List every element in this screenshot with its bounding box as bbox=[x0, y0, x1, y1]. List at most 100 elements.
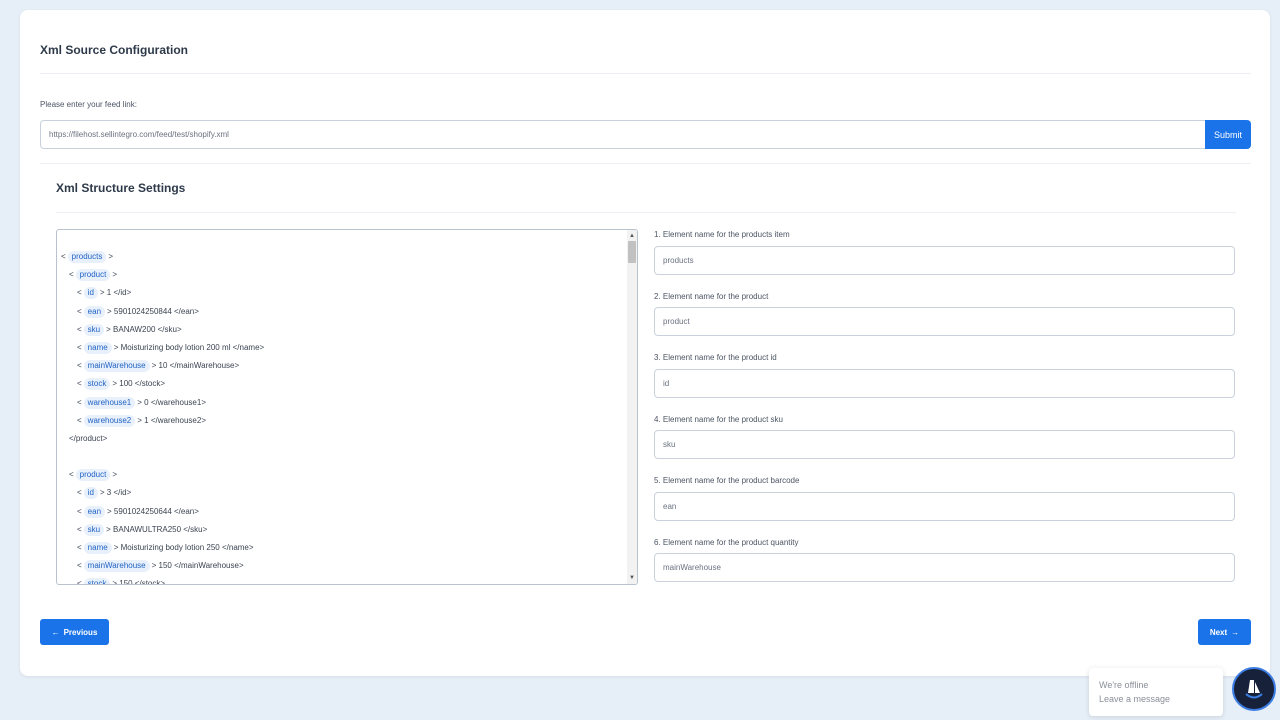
xml-tag: name bbox=[83, 542, 112, 554]
xml-line: < stock > 100 </stock> bbox=[57, 375, 627, 393]
xml-line-post: > 100 </stock> bbox=[112, 379, 166, 389]
xml-line-pre: < bbox=[77, 361, 82, 371]
xml-line-pre: < bbox=[69, 270, 74, 280]
chat-offline-bubble[interactable]: We're offline Leave a message bbox=[1089, 668, 1223, 716]
xml-line-post: > BANAWULTRA250 </sku> bbox=[106, 524, 208, 534]
xml-tag: stock bbox=[83, 378, 111, 391]
xml-line-post: > 3 </id> bbox=[99, 488, 132, 498]
xml-tag: warehouse1 bbox=[83, 396, 136, 409]
xml-tag: name bbox=[83, 341, 112, 354]
scroll-down-arrow-icon[interactable]: ▼ bbox=[627, 573, 637, 583]
xml-line: < ean > 5901024250644 </ean> bbox=[57, 503, 627, 521]
field-label-product-id: 3. Element name for the product id bbox=[654, 353, 777, 362]
xml-line: < warehouse2 > 1 </warehouse2> bbox=[57, 412, 627, 430]
xml-line-post: > 10 </mainWarehouse> bbox=[151, 361, 240, 371]
xml-tag: warehouse2 bbox=[83, 414, 136, 427]
xml-preview[interactable]: < products > < product > < id > 1 </id> < ean > 590… bbox=[56, 229, 638, 585]
field-label-product-quantity: 6. Element name for the product quantity bbox=[654, 538, 799, 547]
field-input-product[interactable] bbox=[654, 307, 1235, 336]
xml-line: < id > 1 </id> bbox=[57, 284, 627, 302]
xml-line: < id > 3 </id> bbox=[57, 484, 627, 502]
xml-line: </product> bbox=[57, 430, 627, 448]
arrow-left-icon: ← bbox=[51, 627, 60, 637]
xml-line-post: > 1 </id> bbox=[99, 288, 132, 298]
xml-tag: ean bbox=[83, 505, 106, 518]
xml-line: < sku > BANAW200 </sku> bbox=[57, 321, 627, 339]
xml-line-post: > bbox=[112, 270, 118, 280]
field-input-product-id[interactable] bbox=[654, 369, 1235, 398]
field-input-products-item[interactable] bbox=[654, 246, 1235, 275]
xml-tag: products bbox=[67, 251, 107, 263]
xml-line-pre: < bbox=[77, 415, 82, 425]
scroll-thumb[interactable] bbox=[628, 241, 636, 263]
xml-tag: id bbox=[83, 487, 98, 500]
xml-tag: ean bbox=[83, 305, 106, 318]
field-input-product-barcode[interactable] bbox=[654, 492, 1235, 521]
chat-prompt: Leave a message bbox=[1099, 694, 1171, 704]
xml-line-pre: < bbox=[77, 524, 82, 534]
xml-line-post: > Moisturizing body lotion 200 ml </name… bbox=[113, 342, 265, 352]
xml-lines: < products > < product > < id > 1 </id> < ean > 590… bbox=[57, 248, 627, 585]
xml-line-post: > 0 </warehouse1> bbox=[137, 397, 206, 407]
xml-line: < product > bbox=[57, 466, 627, 484]
feed-label: Please enter your feed link: bbox=[40, 100, 137, 109]
xml-line-post: > bbox=[108, 252, 114, 261]
xml-line-post: > 150 </stock> bbox=[112, 579, 166, 585]
xml-tag: stock bbox=[83, 578, 111, 584]
xml-line: < name > Moisturizing body lotion 250 </na… bbox=[57, 539, 627, 557]
xml-line-pre: < bbox=[77, 379, 82, 389]
xml-line-pre: < bbox=[77, 506, 82, 516]
xml-line: < product > bbox=[57, 266, 627, 284]
xml-line: < ean > 5901024250844 </ean> bbox=[57, 303, 627, 321]
xml-line bbox=[57, 448, 627, 466]
page-title: Xml Source Configuration bbox=[40, 43, 189, 57]
next-button[interactable]: Next → bbox=[1198, 619, 1251, 645]
xml-tag: mainWarehouse bbox=[83, 360, 150, 373]
next-label: Next bbox=[1209, 627, 1228, 637]
xml-line-pre: </product> bbox=[69, 433, 108, 443]
field-input-product-quantity[interactable] bbox=[654, 553, 1235, 582]
scroll-up-arrow-icon[interactable]: ▲ bbox=[627, 231, 637, 241]
xml-line-pre: < bbox=[77, 579, 82, 585]
field-label-products-item: 1. Element name for the products item bbox=[654, 230, 790, 239]
feed-url-input[interactable] bbox=[40, 120, 1206, 149]
xml-line-pre: < bbox=[77, 306, 82, 316]
xml-line-pre: < bbox=[77, 342, 82, 352]
field-label-product-sku: 4. Element name for the product sku bbox=[654, 415, 783, 424]
xml-line: < warehouse1 > 0 </warehouse1> bbox=[57, 394, 627, 412]
xml-scrollbar[interactable]: ▲ ▼ bbox=[627, 230, 637, 584]
xml-line-pre: < bbox=[77, 324, 82, 334]
xml-line-post: > 150 </mainWarehouse> bbox=[151, 561, 244, 571]
title-divider bbox=[40, 73, 1251, 74]
xml-tag: sku bbox=[83, 523, 105, 536]
feed-divider bbox=[40, 163, 1251, 164]
field-label-product-barcode: 5. Element name for the product barcode bbox=[654, 476, 800, 485]
xml-line: < products > bbox=[57, 248, 627, 266]
config-card: Xml Source Configuration Please enter yo… bbox=[20, 10, 1270, 676]
xml-tag: mainWarehouse bbox=[83, 560, 150, 573]
previous-label: Previous bbox=[63, 627, 98, 637]
field-input-product-sku[interactable] bbox=[654, 430, 1235, 459]
arrow-right-icon: → bbox=[1231, 627, 1240, 637]
xml-line-post: > BANAW200 </sku> bbox=[106, 324, 182, 334]
chat-status: We're offline bbox=[1099, 680, 1149, 690]
xml-line: < stock > 150 </stock> bbox=[57, 575, 627, 585]
xml-line-post: > bbox=[112, 470, 118, 480]
xml-line-pre: < bbox=[77, 488, 82, 498]
xml-line: < mainWarehouse > 10 </mainWarehouse> bbox=[57, 357, 627, 375]
xml-line-pre: < bbox=[77, 288, 82, 298]
field-label-product: 2. Element name for the product bbox=[654, 292, 769, 301]
chat-logo-icon bbox=[1245, 680, 1263, 699]
xml-line-post: > 5901024250644 </ean> bbox=[107, 506, 199, 516]
xml-tag: sku bbox=[83, 323, 105, 336]
xml-tag: id bbox=[83, 287, 98, 300]
xml-line-post: > Moisturizing body lotion 250 </name> bbox=[113, 543, 254, 552]
chat-launcher-button[interactable] bbox=[1232, 667, 1276, 711]
xml-line: < sku > BANAWULTRA250 </sku> bbox=[57, 521, 627, 539]
xml-line-pre: < bbox=[69, 470, 74, 480]
xml-line-pre: < bbox=[77, 397, 82, 407]
submit-button[interactable]: Submit bbox=[1205, 120, 1251, 149]
xml-line-pre: < bbox=[77, 561, 82, 571]
previous-button[interactable]: ← Previous bbox=[40, 619, 109, 645]
xml-tag: product bbox=[75, 269, 111, 282]
